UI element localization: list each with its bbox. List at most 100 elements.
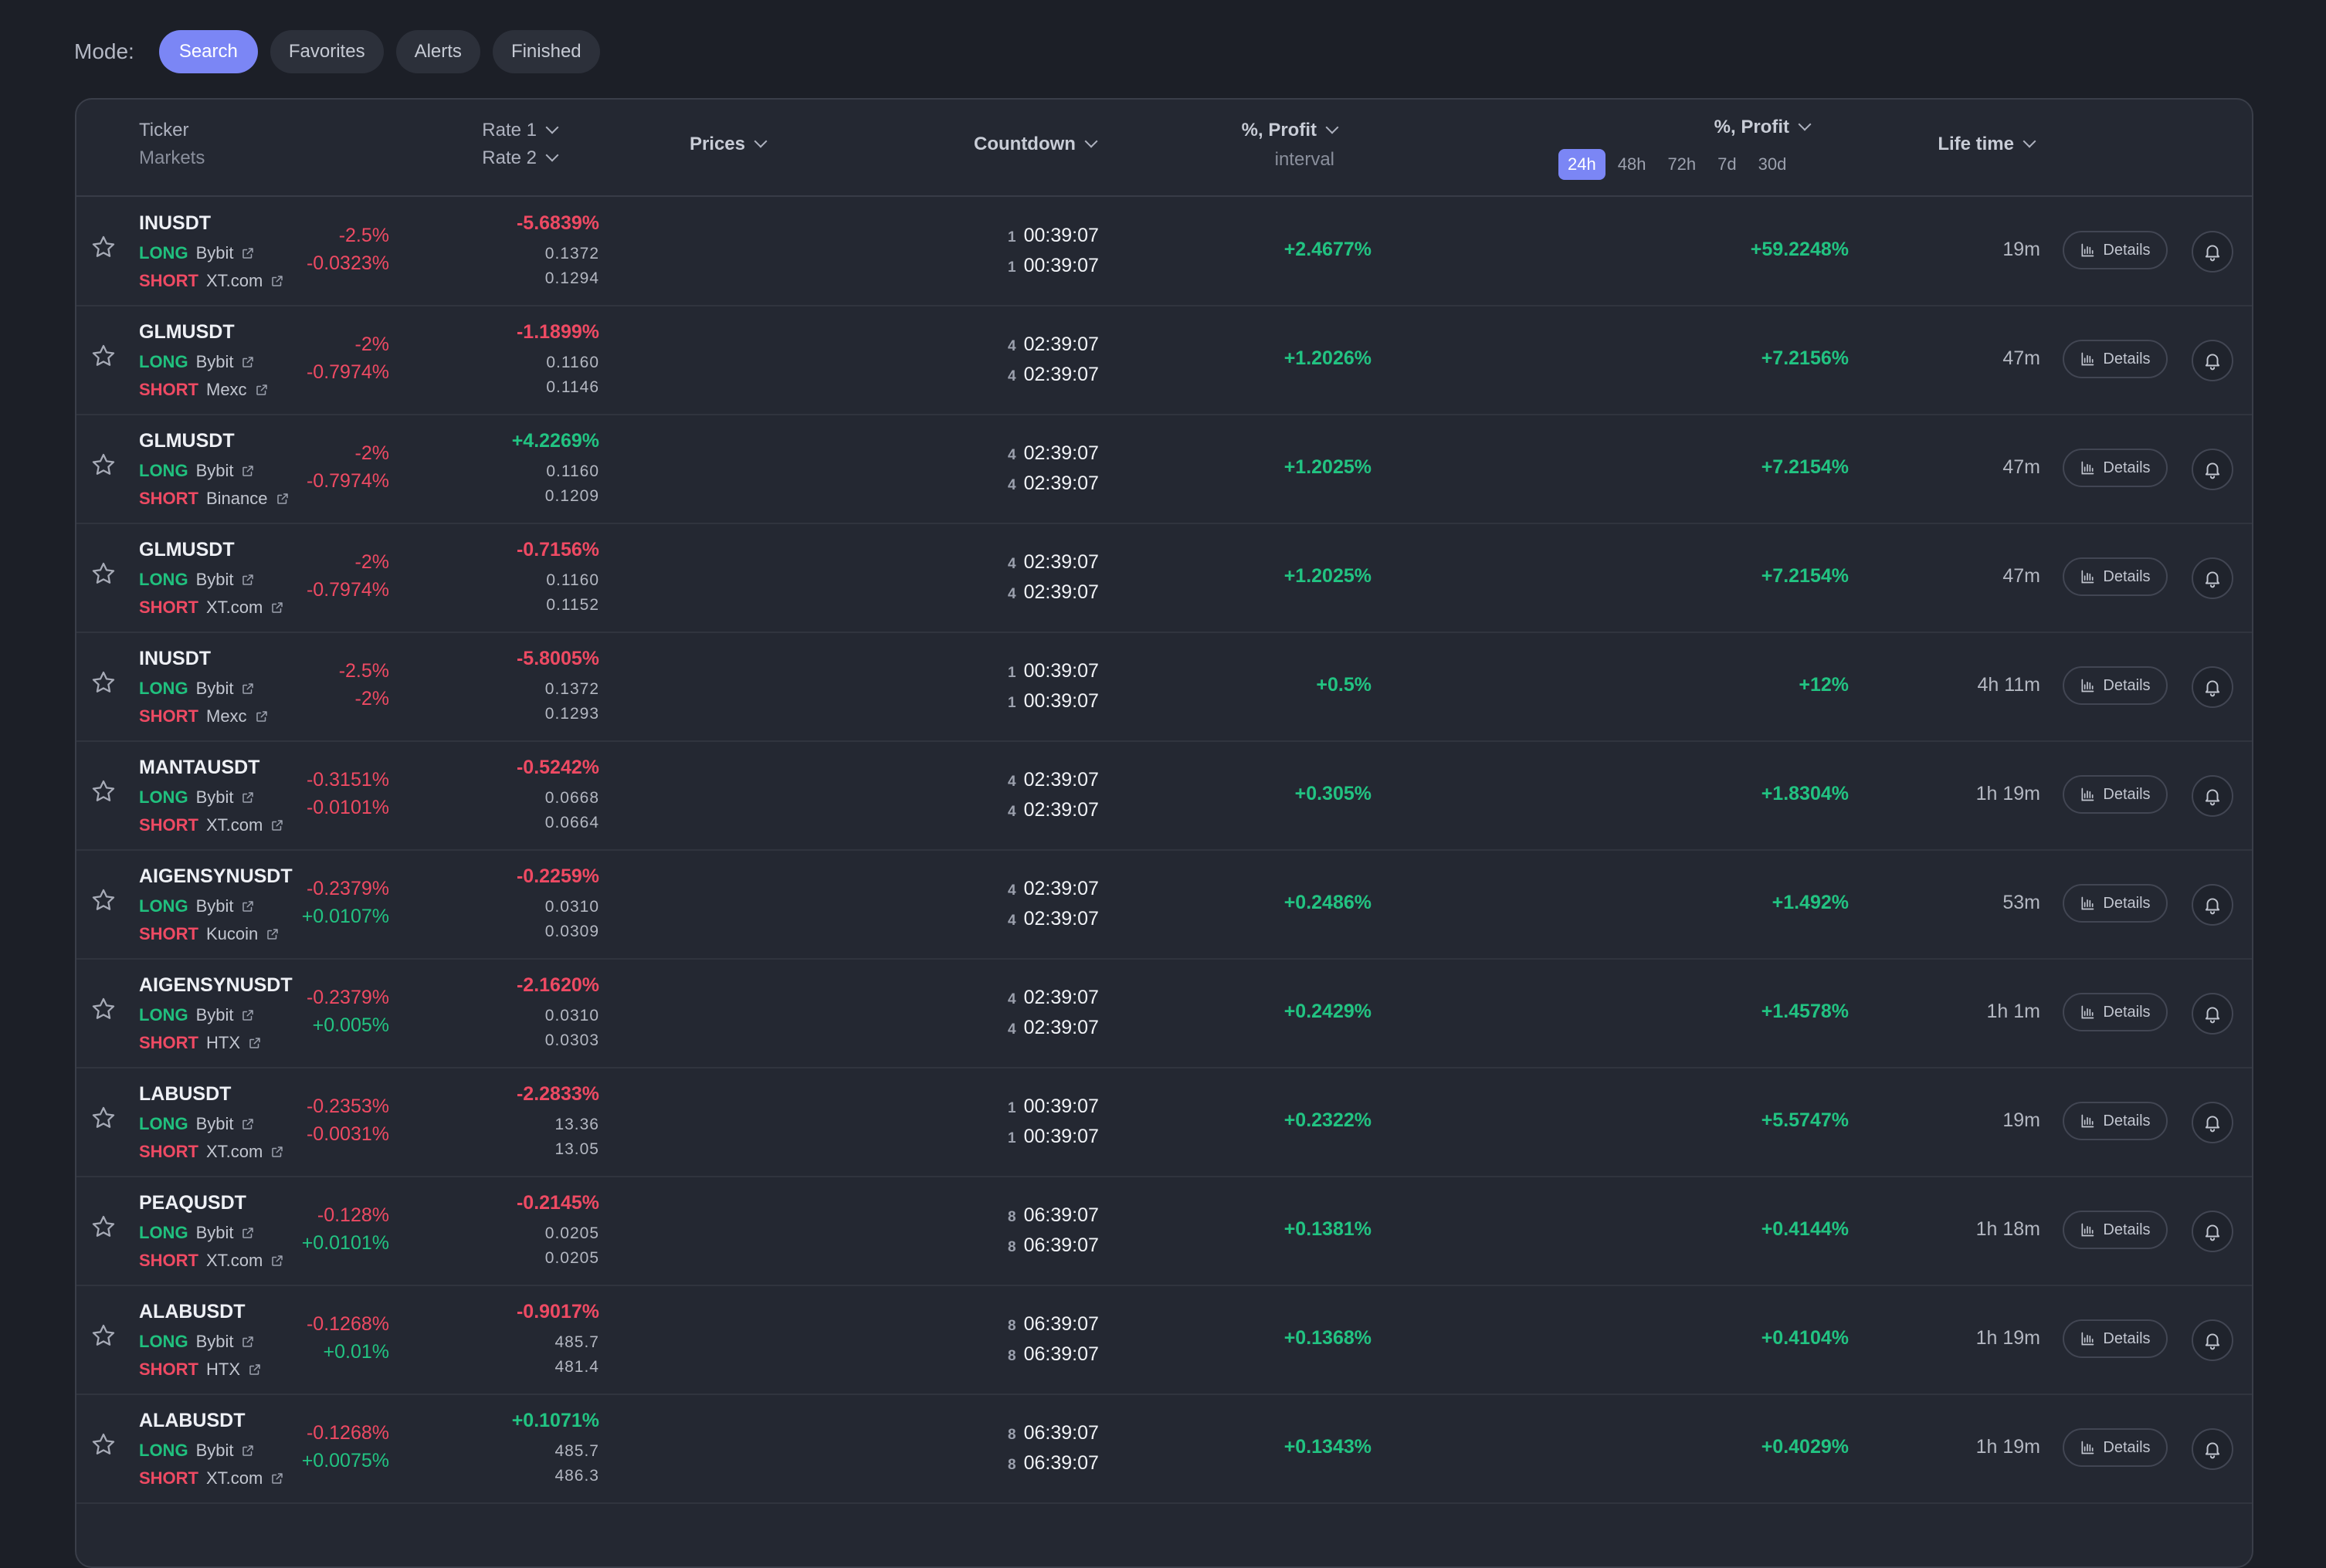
- star-icon[interactable]: [90, 887, 117, 913]
- star-icon[interactable]: [90, 1322, 117, 1349]
- mode-favorites-button[interactable]: Favorites: [270, 30, 384, 73]
- star-icon[interactable]: [90, 1431, 117, 1458]
- details-button[interactable]: Details: [2063, 1211, 2168, 1249]
- details-button[interactable]: Details: [2063, 449, 2168, 487]
- countdown-short: 4 02:39:07: [1008, 1017, 1099, 1039]
- chevron-down-icon: [2023, 134, 2036, 148]
- rate1-header[interactable]: Rate 1: [482, 120, 559, 141]
- star-icon[interactable]: [90, 996, 117, 1022]
- details-button[interactable]: Details: [2063, 1319, 2168, 1358]
- external-link-icon[interactable]: [270, 1145, 284, 1159]
- profit-total-value: +59.2248%: [1750, 239, 1849, 260]
- external-link-icon[interactable]: [270, 274, 284, 288]
- countdown-long: 4 02:39:07: [1008, 551, 1099, 574]
- bell-alert-button[interactable]: [2192, 1319, 2233, 1361]
- countdown-header[interactable]: Countdown: [974, 134, 1098, 155]
- bell-alert-button[interactable]: [2192, 1428, 2233, 1470]
- external-link-icon[interactable]: [270, 818, 284, 832]
- table-row: GLMUSDT LONG Bybit SHORT Mexc -2% -0.797…: [76, 306, 2252, 415]
- external-link-icon[interactable]: [248, 1036, 262, 1050]
- interval-72h-button[interactable]: 72h: [1658, 149, 1705, 180]
- funding-interval-hours: 8: [1008, 1209, 1016, 1225]
- profit-interval-value: +0.5%: [1316, 674, 1372, 696]
- details-button[interactable]: Details: [2063, 993, 2168, 1031]
- details-button[interactable]: Details: [2063, 884, 2168, 923]
- funding-interval-hours: 8: [1008, 1427, 1016, 1443]
- interval-selector: 24h 48h 72h 7d 30d: [1558, 149, 1795, 180]
- bell-icon: [2205, 354, 2220, 371]
- external-link-icon[interactable]: [270, 601, 284, 615]
- bell-alert-button[interactable]: [2192, 557, 2233, 599]
- rate2-header[interactable]: Rate 2: [482, 147, 559, 169]
- mode-alerts-button[interactable]: Alerts: [395, 30, 480, 73]
- external-link-icon[interactable]: [248, 1363, 262, 1377]
- star-icon[interactable]: [90, 343, 117, 369]
- long-label: LONG: [139, 1441, 188, 1460]
- external-link-icon[interactable]: [276, 492, 290, 506]
- countdown-timer: 02:39:07: [1023, 769, 1099, 791]
- external-link-icon[interactable]: [270, 1471, 284, 1485]
- lifetime-header[interactable]: Life time: [1938, 134, 2036, 155]
- external-link-icon[interactable]: [255, 709, 269, 723]
- profit-interval-value: +1.2025%: [1283, 565, 1372, 587]
- mode-label: Mode:: [74, 39, 134, 63]
- countdown-timer: 02:39:07: [1023, 472, 1099, 494]
- lifetime-value: 1h 1m: [1986, 1001, 2040, 1022]
- profit-interval-value: +0.1343%: [1283, 1436, 1372, 1458]
- details-button[interactable]: Details: [2063, 340, 2168, 378]
- countdown-short: 4 02:39:07: [1008, 799, 1099, 821]
- details-button[interactable]: Details: [2063, 666, 2168, 705]
- details-button[interactable]: Details: [2063, 1428, 2168, 1467]
- price-short: 0.1294: [544, 269, 599, 287]
- star-icon[interactable]: [90, 234, 117, 260]
- external-link-icon[interactable]: [270, 1254, 284, 1268]
- star-icon[interactable]: [90, 452, 117, 478]
- bell-alert-button[interactable]: [2192, 993, 2233, 1035]
- funding-interval-hours: 1: [1008, 259, 1016, 276]
- prices-header[interactable]: Prices: [690, 134, 768, 155]
- details-button[interactable]: Details: [2063, 775, 2168, 814]
- interval-7d-button[interactable]: 7d: [1708, 149, 1745, 180]
- funding-interval-hours: 4: [1008, 1021, 1016, 1038]
- bell-alert-button[interactable]: [2192, 884, 2233, 926]
- external-link-icon[interactable]: [255, 383, 269, 397]
- bell-alert-button[interactable]: [2192, 1211, 2233, 1252]
- bell-alert-button[interactable]: [2192, 666, 2233, 708]
- details-button[interactable]: Details: [2063, 231, 2168, 269]
- star-icon[interactable]: [90, 778, 117, 804]
- price-diff: -0.2145%: [516, 1192, 599, 1214]
- rate1-value: -2.5%: [338, 225, 389, 246]
- countdown-timer: 06:39:07: [1023, 1452, 1099, 1474]
- price-long: 0.1160: [546, 571, 599, 589]
- interval-24h-button[interactable]: 24h: [1558, 149, 1605, 180]
- bell-alert-button[interactable]: [2192, 340, 2233, 381]
- lifetime-header-label: Life time: [1938, 134, 2014, 154]
- star-icon[interactable]: [90, 560, 117, 587]
- bell-icon: [2205, 789, 2220, 806]
- table-row: MANTAUSDT LONG Bybit SHORT XT.com -0.315…: [76, 741, 2252, 851]
- price-diff: -0.9017%: [516, 1301, 599, 1322]
- countdown-long: 4 02:39:07: [1008, 987, 1099, 1009]
- profit-interval-header[interactable]: %, Profit: [1242, 120, 1339, 141]
- bell-alert-button[interactable]: [2192, 775, 2233, 817]
- rate2-value: -0.0031%: [306, 1123, 389, 1145]
- star-icon[interactable]: [90, 1105, 117, 1131]
- external-link-icon[interactable]: [266, 927, 280, 941]
- price-long: 0.0668: [544, 789, 599, 807]
- interval-30d-button[interactable]: 30d: [1749, 149, 1796, 180]
- bell-alert-button[interactable]: [2192, 449, 2233, 490]
- rate2-value: +0.005%: [312, 1014, 389, 1036]
- details-button[interactable]: Details: [2063, 557, 2168, 596]
- mode-search-button[interactable]: Search: [158, 30, 258, 73]
- star-icon[interactable]: [90, 669, 117, 696]
- ticker-header[interactable]: Ticker: [139, 120, 188, 141]
- mode-finished-button[interactable]: Finished: [492, 30, 600, 73]
- profit-total-header[interactable]: %, Profit: [1714, 117, 1812, 138]
- profit-total-value: +0.4104%: [1761, 1327, 1849, 1349]
- bell-alert-button[interactable]: [2192, 1102, 2233, 1143]
- interval-48h-button[interactable]: 48h: [1609, 149, 1656, 180]
- star-icon[interactable]: [90, 1214, 117, 1240]
- rate2-value: +0.01%: [323, 1341, 390, 1363]
- details-button[interactable]: Details: [2063, 1102, 2168, 1140]
- bell-alert-button[interactable]: [2192, 231, 2233, 273]
